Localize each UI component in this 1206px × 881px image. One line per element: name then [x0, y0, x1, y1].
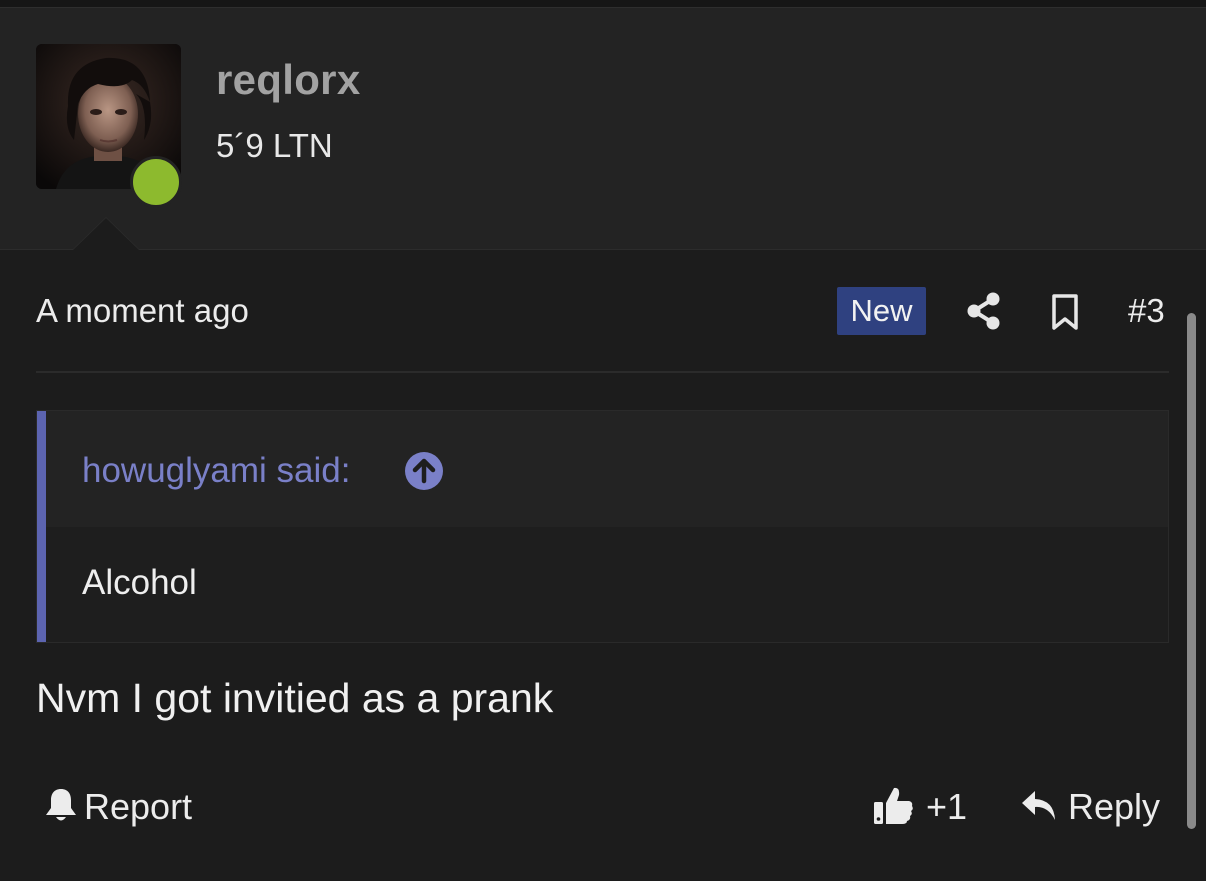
top-divider: [0, 0, 1206, 8]
header-pointer: [72, 218, 140, 251]
quote-author[interactable]: howuglyami said:: [82, 451, 350, 491]
scrollbar[interactable]: [1187, 313, 1196, 829]
report-button[interactable]: Report: [44, 784, 192, 830]
post-permalink-number[interactable]: #3: [1128, 292, 1165, 330]
quote-content: Alcohol: [82, 563, 197, 602]
quote-block: howuglyami said: Alcohol: [36, 410, 1169, 643]
quote-accent-bar: [37, 411, 46, 642]
avatar-container[interactable]: [36, 44, 182, 208]
post-message: Nvm I got invitied as a prank: [36, 675, 554, 721]
reply-label: Reply: [1068, 786, 1161, 827]
like-count: +1: [926, 786, 968, 827]
post-divider: [36, 371, 1169, 373]
share-icon[interactable]: [966, 292, 1002, 330]
arrow-up-circle-icon[interactable]: [404, 451, 444, 491]
post-body: A moment ago New #3 howuglyami said: Alc…: [0, 250, 1206, 881]
online-status-indicator: [130, 156, 182, 208]
bookmark-icon[interactable]: [1050, 293, 1080, 331]
like-button[interactable]: +1: [872, 784, 967, 830]
thumbs-up-icon: [872, 784, 914, 831]
report-label: Report: [84, 786, 193, 827]
new-badge: New: [837, 287, 926, 335]
user-title: 5´9 LTN: [216, 127, 333, 164]
quote-header: howuglyami said:: [46, 411, 1168, 527]
user-header: reqlorx 5´9 LTN: [0, 8, 1206, 250]
reply-button[interactable]: Reply: [1020, 784, 1160, 830]
bell-icon: [44, 786, 78, 829]
username[interactable]: reqlorx: [216, 56, 361, 104]
forum-post-page: reqlorx 5´9 LTN A moment ago New #3 howu…: [0, 0, 1206, 881]
reply-arrow-icon: [1020, 788, 1058, 827]
post-timestamp[interactable]: A moment ago: [36, 292, 249, 330]
